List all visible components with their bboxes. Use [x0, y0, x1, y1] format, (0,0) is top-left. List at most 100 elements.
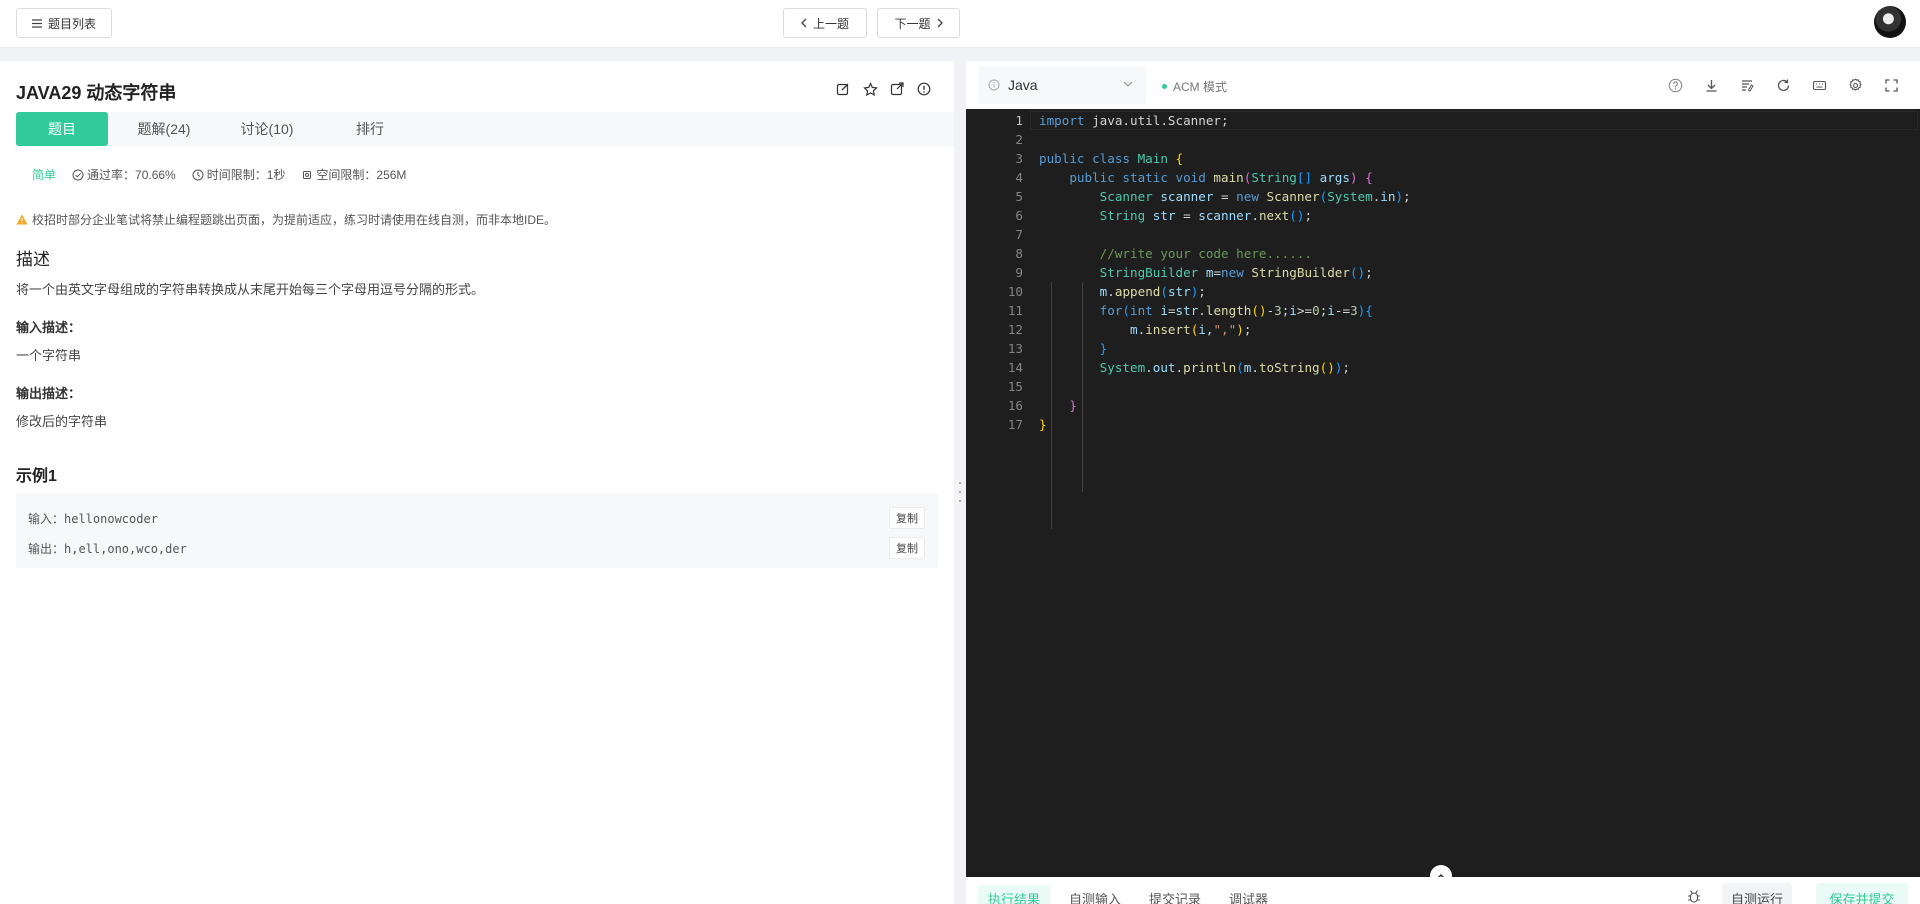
warning-notice: 校招时部分企业笔试将禁止编程题跳出页面，为提前适应，练习时请使用在线自测，而非本… [16, 211, 556, 228]
line-number: 12 [1007, 322, 1023, 337]
chevron-down-icon [1123, 81, 1133, 87]
pass-rate-text: 通过率：70.66% [87, 168, 176, 182]
tab-ranking[interactable]: 排行 [314, 112, 426, 146]
code-line: 4 public static void main(String[] args)… [966, 168, 1920, 187]
input-text: 一个字符串 [16, 348, 82, 363]
difficulty-badge: 简单 [32, 168, 57, 182]
tab-problem[interactable]: 题目 [16, 112, 108, 146]
line-number: 17 [1007, 417, 1023, 432]
fullscreen-icon[interactable] [1882, 76, 1900, 94]
warning-icon [16, 214, 28, 225]
language-label: Java [1008, 77, 1038, 93]
problem-title: JAVA29 动态字符串 [16, 83, 177, 103]
check-circle-icon [72, 169, 84, 180]
problem-list-label: 题目列表 [47, 16, 96, 31]
refresh-icon[interactable] [1774, 76, 1792, 94]
line-number: 7 [1015, 227, 1023, 242]
line-number: 1 [1015, 113, 1023, 128]
help-icon[interactable] [1666, 76, 1684, 94]
star-icon[interactable] [862, 81, 878, 97]
list-icon [31, 18, 42, 28]
line-number: 13 [1007, 341, 1023, 356]
settings-icon[interactable] [1846, 76, 1864, 94]
code-line: 12 m.insert(i,","); [966, 320, 1920, 339]
edit-icon[interactable] [835, 81, 851, 97]
prev-problem-button[interactable]: 上一题 [783, 8, 867, 38]
tab-discussion[interactable]: 讨论(10) [220, 112, 314, 146]
editor-tools [1666, 76, 1900, 94]
editor-toolbar: Java ACM 模式 [966, 61, 1920, 109]
line-number: 3 [1015, 151, 1023, 166]
next-problem-button[interactable]: 下一题 [877, 8, 960, 38]
acm-mode[interactable]: ACM 模式 [1162, 78, 1227, 95]
clock-icon [192, 169, 204, 180]
tab-debugger[interactable]: 调试器 [1229, 889, 1268, 904]
code-line: 1 import java.util.Scanner; [966, 111, 1920, 130]
input-heading: 输入描述： [16, 320, 82, 335]
description-heading: 描述 [16, 250, 50, 269]
problem-tabs: 题目 题解(24) 讨论(10) 排行 [16, 112, 426, 146]
code-line: 5 Scanner scanner = new Scanner(System.i… [966, 187, 1920, 206]
line-number: 9 [1015, 265, 1023, 280]
tab-run-result[interactable]: 执行结果 [978, 885, 1051, 904]
space-limit: 空间限制：256M [301, 166, 406, 183]
problem-list-button[interactable]: 题目列表 [16, 8, 112, 38]
mode-label: ACM 模式 [1173, 80, 1228, 94]
output-text: 修改后的字符串 [16, 414, 108, 429]
copy-input-button[interactable]: 复制 [889, 507, 925, 529]
example-heading: 示例1 [16, 468, 57, 485]
drag-handle-icon[interactable] [958, 482, 962, 502]
language-select[interactable]: Java [978, 66, 1146, 104]
format-icon[interactable] [1738, 76, 1756, 94]
line-number: 4 [1015, 170, 1023, 185]
tab-solutions[interactable]: 题解(24) [108, 112, 220, 146]
code-line: 13 } [966, 339, 1920, 358]
code-line: 2 [966, 130, 1920, 149]
example-input: 输入：hellonowcoder [28, 512, 158, 526]
code-line: 15 [966, 377, 1920, 396]
code-editor[interactable]: 1 import java.util.Scanner; 2 3 public cla… [966, 109, 1920, 877]
example-box: 输入：hellonowcoder 复制 输出：h,ell,ono,wco,der… [16, 493, 938, 568]
copy-output-button[interactable]: 复制 [889, 537, 925, 559]
keyboard-icon[interactable] [1810, 76, 1828, 94]
code-line: 3 public class Main { [966, 149, 1920, 168]
line-number: 15 [1007, 379, 1023, 394]
line-number: 6 [1015, 208, 1023, 223]
line-number: 16 [1007, 398, 1023, 413]
line-number: 5 [1015, 189, 1023, 204]
output-heading: 输出描述： [16, 386, 82, 401]
share-icon[interactable] [889, 81, 905, 97]
problem-panel: JAVA29 动态字符串 题目 题解(24) 讨论(10) 排行 简单 通过率：… [0, 61, 954, 904]
time-limit-text: 时间限制：1秒 [206, 168, 286, 182]
description-text: 将一个由英文字母组成的字符串转换成从末尾开始每三个字母用逗号分隔的形式。 [16, 282, 485, 297]
line-number: 14 [1007, 360, 1023, 375]
code-line: 17} [966, 415, 1920, 434]
info-icon[interactable] [916, 81, 932, 97]
avatar[interactable] [1874, 6, 1906, 38]
code-line: 9 StringBuilder m=new StringBuilder(); [966, 263, 1920, 282]
line-number: 11 [1007, 303, 1023, 318]
save-submit-button[interactable]: 保存并提交 [1816, 883, 1908, 904]
console-bar: 执行结果 自测输入 提交记录 调试器 自测运行 保存并提交 [966, 877, 1920, 904]
time-limit: 时间限制：1秒 [192, 166, 286, 183]
tab-custom-input[interactable]: 自测输入 [1069, 889, 1121, 904]
space-limit-text: 空间限制：256M [316, 168, 407, 182]
prev-label: 上一题 [812, 16, 849, 31]
self-test-run-button[interactable]: 自测运行 [1722, 883, 1792, 904]
download-icon[interactable] [1702, 76, 1720, 94]
tab-submissions[interactable]: 提交记录 [1149, 889, 1201, 904]
info-circle-icon [988, 79, 1000, 91]
line-number: 2 [1015, 132, 1023, 147]
chip-icon [303, 170, 312, 179]
code-line: 14 System.out.println(m.toString()); [966, 358, 1920, 377]
example-output: 输出：h,ell,ono,wco,der [28, 542, 187, 556]
line-number: 8 [1015, 246, 1023, 261]
next-label: 下一题 [894, 16, 931, 31]
code-line: 10 m.append(str); [966, 282, 1920, 301]
bug-icon[interactable] [1686, 889, 1702, 904]
problem-meta: 简单 通过率：70.66% 时间限制：1秒 空间限制：256M [32, 166, 406, 183]
code-line: 8 //write your code here...... [966, 244, 1920, 263]
chevron-right-icon [937, 18, 943, 28]
code-line: 6 String str = scanner.next(); [966, 206, 1920, 225]
top-bar: 题目列表 上一题 下一题 [0, 0, 1920, 48]
